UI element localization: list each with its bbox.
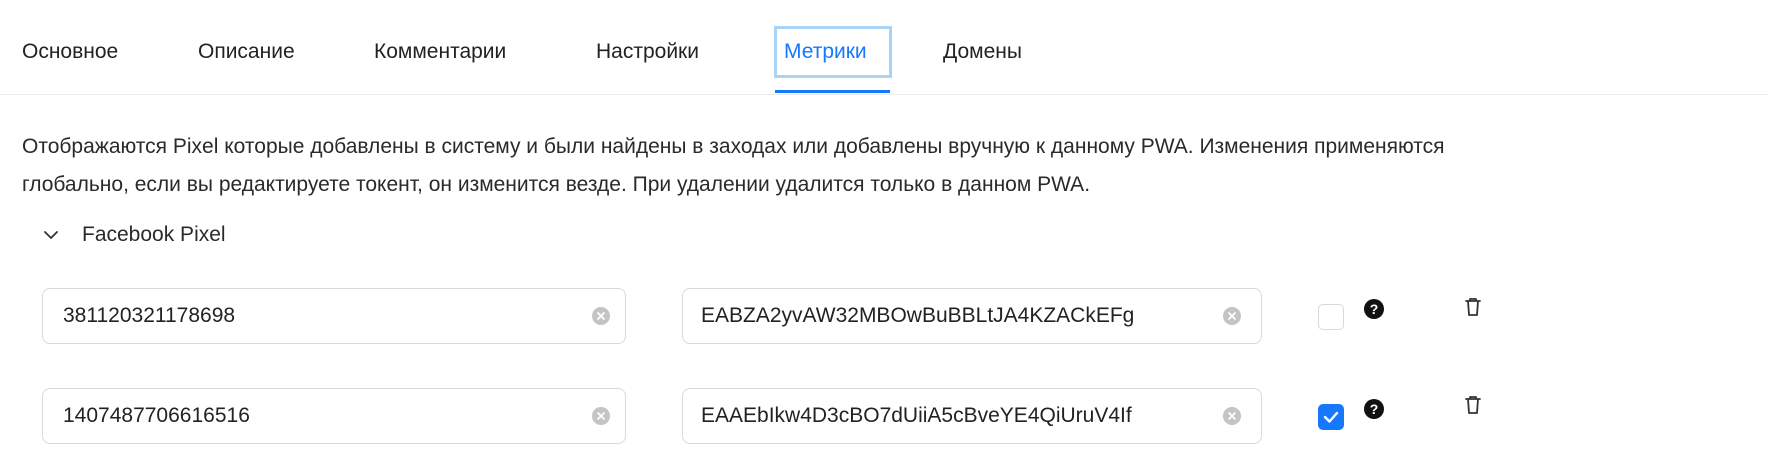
page: Основное Описание Комментарии Настройки … — [0, 0, 1768, 474]
tab-metrics[interactable]: Метрики — [784, 38, 867, 66]
tab-domains[interactable]: Домены — [943, 38, 1022, 66]
check-icon — [1323, 411, 1339, 423]
facebook-pixel-collapse-header[interactable]: Facebook Pixel — [42, 220, 226, 250]
active-checkbox-row-1[interactable] — [1318, 304, 1344, 330]
section-title: Facebook Pixel — [82, 223, 226, 246]
trash-icon[interactable] — [1464, 394, 1482, 416]
token-input[interactable] — [683, 289, 1225, 343]
tab-comments[interactable]: Комментарии — [374, 38, 506, 66]
question-circle-icon[interactable]: ? — [1364, 399, 1384, 419]
tab-settings[interactable]: Настройки — [596, 38, 699, 66]
tab-bar: Основное Описание Комментарии Настройки … — [0, 0, 1768, 95]
token-field-row-1[interactable] — [682, 288, 1262, 344]
close-circle-icon[interactable] — [1223, 407, 1241, 425]
chevron-down-icon — [44, 231, 58, 239]
token-input[interactable] — [683, 389, 1225, 443]
close-circle-icon[interactable] — [592, 307, 610, 325]
close-circle-icon[interactable] — [1223, 307, 1241, 325]
pixel-id-field-row-1[interactable] — [42, 288, 626, 344]
metrics-description: Отображаются Pixel которые добавлены в с… — [22, 128, 1752, 204]
active-tab-indicator — [775, 90, 890, 93]
pixel-id-input[interactable] — [43, 389, 583, 443]
token-field-row-2[interactable] — [682, 388, 1262, 444]
question-circle-icon[interactable]: ? — [1364, 299, 1384, 319]
close-circle-icon[interactable] — [592, 407, 610, 425]
trash-icon[interactable] — [1464, 296, 1482, 318]
active-checkbox-row-2[interactable] — [1318, 404, 1344, 430]
description-line-2: глобально, если вы редактируете токент, … — [22, 173, 1091, 196]
description-line-1: Отображаются Pixel которые добавлены в с… — [22, 135, 1445, 158]
tab-main[interactable]: Основное — [22, 38, 118, 66]
pixel-id-input[interactable] — [43, 289, 583, 343]
tab-description[interactable]: Описание — [198, 38, 295, 66]
pixel-id-field-row-2[interactable] — [42, 388, 626, 444]
